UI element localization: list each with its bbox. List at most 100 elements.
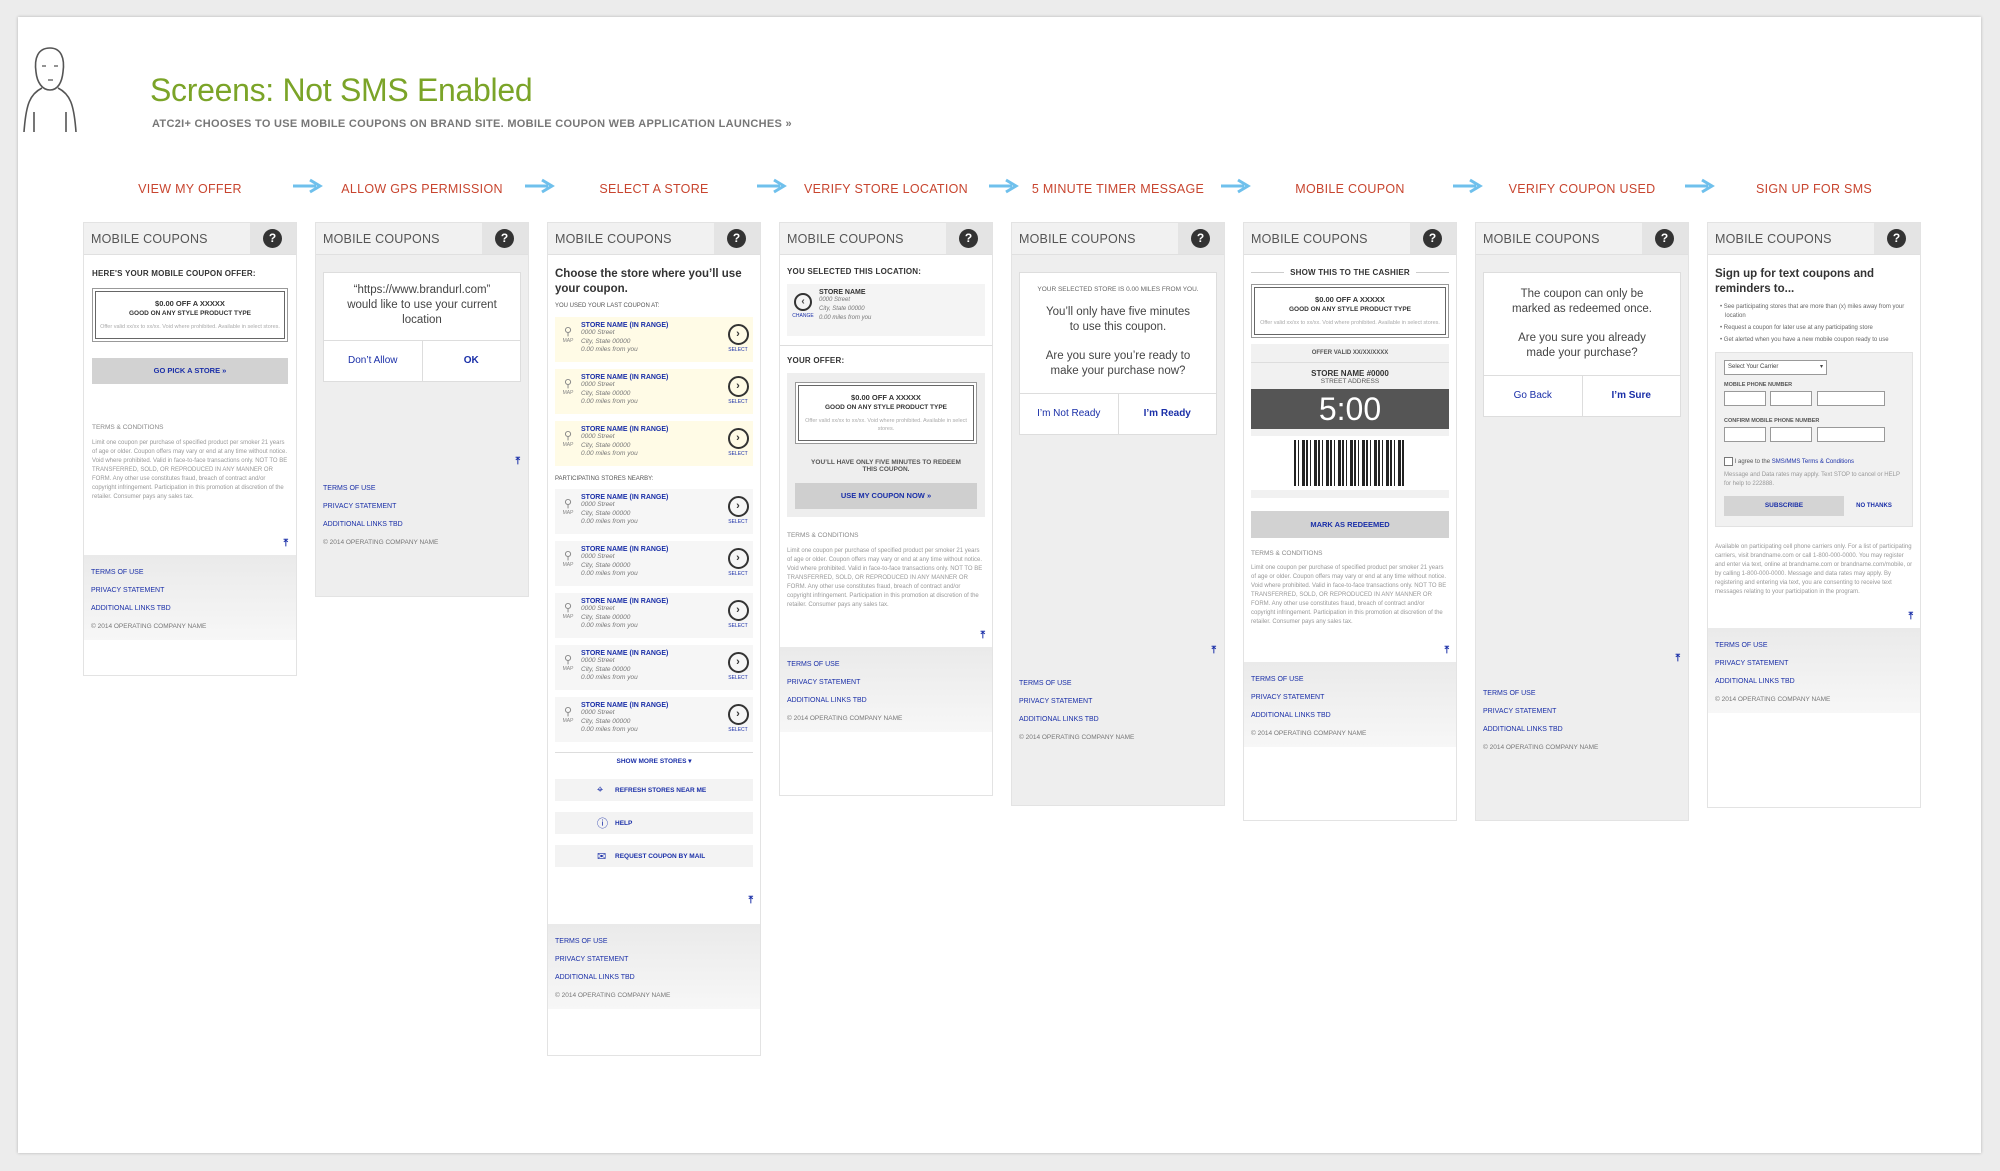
footer: TERMS OF USE PRIVACY STATEMENT ADDITIONA…	[1244, 662, 1456, 747]
map-pin-button[interactable]: ⚲ MAP	[555, 541, 581, 586]
map-pin-button[interactable]: ⚲ MAP	[555, 697, 581, 742]
terms-of-use-link[interactable]: TERMS OF USE	[1715, 642, 1913, 649]
additional-links[interactable]: ADDITIONAL LINKS TBD	[323, 521, 521, 528]
dont-allow-button[interactable]: Don’t Allow	[324, 341, 422, 381]
help-icon[interactable]: ?	[1887, 229, 1906, 248]
select-store-button[interactable]: › SELECT	[723, 489, 753, 534]
map-pin-button[interactable]: ⚲ MAP	[555, 489, 581, 534]
privacy-link[interactable]: PRIVACY STATEMENT	[787, 679, 985, 686]
additional-links[interactable]: ADDITIONAL LINKS TBD	[1019, 716, 1217, 723]
back-to-top-icon[interactable]: ⤒	[1715, 611, 1913, 622]
map-pin-button[interactable]: ⚲ MAP	[555, 593, 581, 638]
help-icon[interactable]: ?	[263, 229, 282, 248]
store-row[interactable]: ⚲ MAP STORE NAME (IN RANGE) 0000 Street City…	[555, 421, 753, 466]
timer-confirm-dialog: YOUR SELECTED STORE IS 0.00 MILES FROM Y…	[1019, 272, 1217, 435]
help-icon[interactable]: ?	[1423, 229, 1442, 248]
carrier-select[interactable]: Select Your Carrier ▾	[1724, 360, 1827, 375]
phone-prefix-input[interactable]	[1770, 391, 1813, 406]
privacy-link[interactable]: PRIVACY STATEMENT	[1715, 660, 1913, 667]
agree-checkbox[interactable]	[1724, 457, 1733, 466]
store-row[interactable]: ⚲ MAP STORE NAME (IN RANGE) 0000 Street City…	[555, 541, 753, 586]
confirm-prefix-input[interactable]	[1770, 427, 1813, 442]
terms-of-use-link[interactable]: TERMS OF USE	[1251, 676, 1449, 683]
privacy-link[interactable]: PRIVACY STATEMENT	[555, 956, 753, 963]
map-pin-button[interactable]: ⚲ MAP	[555, 645, 581, 690]
back-to-top-icon[interactable]: ⤒	[1251, 645, 1449, 656]
store-row[interactable]: ⚲ MAP STORE NAME (IN RANGE) 0000 Street City…	[555, 317, 753, 362]
store-row[interactable]: ⚲ MAP STORE NAME (IN RANGE) 0000 Street City…	[555, 369, 753, 414]
additional-links[interactable]: ADDITIONAL LINKS TBD	[1715, 678, 1913, 685]
step-label-view-offer: VIEW MY OFFER	[138, 182, 242, 196]
select-store-button[interactable]: › SELECT	[723, 593, 753, 638]
store-row[interactable]: ⚲ MAP STORE NAME (IN RANGE) 0000 Street City…	[555, 645, 753, 690]
mark-redeemed-button[interactable]: MARK AS REDEEMED	[1251, 511, 1449, 538]
privacy-link[interactable]: PRIVACY STATEMENT	[1019, 698, 1217, 705]
confirm-area-input[interactable]	[1724, 427, 1766, 442]
phone-area-input[interactable]	[1724, 391, 1766, 406]
no-thanks-link[interactable]: NO THANKS	[1844, 503, 1904, 509]
phone-line-input[interactable]	[1816, 391, 1885, 406]
sms-terms-link[interactable]: SMS/MMS Terms & Conditions	[1772, 459, 1854, 465]
offer-amount: $0.00 OFF A XXXXX	[1315, 295, 1385, 304]
store-row[interactable]: ⚲ MAP STORE NAME (IN RANGE) 0000 Street City…	[555, 489, 753, 534]
select-store-button[interactable]: › SELECT	[723, 541, 753, 586]
additional-links[interactable]: ADDITIONAL LINKS TBD	[91, 605, 289, 612]
show-more-stores-link[interactable]: SHOW MORE STORES ▾	[555, 752, 753, 765]
terms-of-use-link[interactable]: TERMS OF USE	[323, 485, 521, 492]
store-row[interactable]: ⚲ MAP STORE NAME (IN RANGE) 0000 Street City…	[555, 593, 753, 638]
footer: TERMS OF USE PRIVACY STATEMENT ADDITIONA…	[1476, 664, 1688, 761]
additional-links[interactable]: ADDITIONAL LINKS TBD	[555, 974, 753, 981]
back-to-top-icon[interactable]: ⤒	[1020, 645, 1216, 656]
help-icon[interactable]: ?	[727, 229, 746, 248]
im-sure-button[interactable]: I’m Sure	[1581, 376, 1681, 416]
terms-of-use-link[interactable]: TERMS OF USE	[555, 938, 753, 945]
subscribe-button[interactable]: SUBSCRIBE	[1724, 496, 1844, 516]
map-pin-icon: ⚲	[563, 602, 573, 614]
back-to-top-icon[interactable]: ⤒	[555, 895, 753, 906]
help-icon[interactable]: ?	[495, 229, 514, 248]
back-to-top-icon[interactable]: ⤒	[92, 538, 288, 549]
additional-links[interactable]: ADDITIONAL LINKS TBD	[1251, 712, 1449, 719]
help-button[interactable]: ⓘ HELP	[555, 812, 753, 834]
help-icon[interactable]: ?	[1191, 229, 1210, 248]
store-row[interactable]: ⚲ MAP STORE NAME (IN RANGE) 0000 Street City…	[555, 697, 753, 742]
map-pin-button[interactable]: ⚲ MAP	[555, 369, 581, 414]
select-store-button[interactable]: › SELECT	[723, 317, 753, 362]
request-by-mail-button[interactable]: ✉ REQUEST COUPON BY MAIL	[555, 845, 753, 867]
back-to-top-icon[interactable]: ⤒	[787, 630, 985, 641]
privacy-link[interactable]: PRIVACY STATEMENT	[1251, 694, 1449, 701]
select-store-button[interactable]: › SELECT	[723, 697, 753, 742]
ready-question: Are you sure you’re ready to make your p…	[1045, 350, 1191, 377]
change-store-button[interactable]: ‹ CHANGE	[787, 284, 819, 336]
additional-links[interactable]: ADDITIONAL LINKS TBD	[787, 697, 985, 704]
use-coupon-now-button[interactable]: USE MY COUPON NOW »	[795, 483, 977, 509]
back-to-top-icon[interactable]: ⤒	[324, 456, 520, 467]
refresh-stores-button[interactable]: ⌖ REFRESH STORES NEAR ME	[555, 779, 753, 801]
not-ready-button[interactable]: I’m Not Ready	[1020, 394, 1118, 434]
help-icon[interactable]: ?	[959, 229, 978, 248]
terms-of-use-link[interactable]: TERMS OF USE	[787, 661, 985, 668]
ok-button[interactable]: OK	[421, 341, 521, 381]
screen-title: MOBILE COUPONS	[323, 232, 440, 246]
select-store-button[interactable]: › SELECT	[723, 369, 753, 414]
map-pin-button[interactable]: ⚲ MAP	[555, 421, 581, 466]
additional-links[interactable]: ADDITIONAL LINKS TBD	[1483, 726, 1681, 733]
terms-of-use-link[interactable]: TERMS OF USE	[91, 569, 289, 576]
map-pin-button[interactable]: ⚲ MAP	[555, 317, 581, 362]
back-to-top-icon[interactable]: ⤒	[1484, 653, 1680, 664]
ready-button[interactable]: I’m Ready	[1117, 394, 1217, 434]
privacy-link[interactable]: PRIVACY STATEMENT	[1483, 708, 1681, 715]
terms-of-use-link[interactable]: TERMS OF USE	[1019, 680, 1217, 687]
terms-of-use-link[interactable]: TERMS OF USE	[1483, 690, 1681, 697]
select-store-button[interactable]: › SELECT	[723, 645, 753, 690]
select-store-button[interactable]: › SELECT	[723, 421, 753, 466]
confirm-line-input[interactable]	[1816, 427, 1885, 442]
offer-product: GOOD ON ANY STYLE PRODUCT TYPE	[1288, 306, 1412, 313]
store-city: City, State 00000	[819, 306, 865, 312]
coupon-store-name: STORE NAME #0000	[1251, 362, 1449, 378]
privacy-link[interactable]: PRIVACY STATEMENT	[91, 587, 289, 594]
privacy-link[interactable]: PRIVACY STATEMENT	[323, 503, 521, 510]
go-back-button[interactable]: Go Back	[1484, 376, 1582, 416]
go-pick-store-button[interactable]: GO PICK A STORE »	[92, 358, 288, 384]
help-icon[interactable]: ?	[1655, 229, 1674, 248]
